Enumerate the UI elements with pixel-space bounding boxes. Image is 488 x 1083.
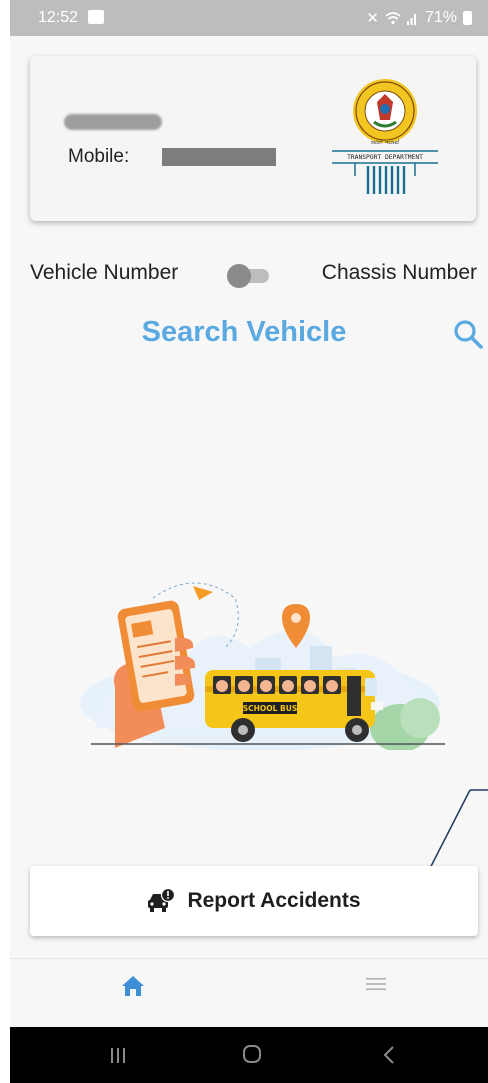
battery-percent: 71% — [424, 9, 457, 26]
gallery-icon — [88, 10, 104, 24]
karnataka-transport-logo: ಸಾರಿಗೆ ಇಲಾಖೆ TRANSPORT DEPARTMENT — [332, 79, 438, 194]
school-bus-text: SCHOOL BUS — [243, 704, 298, 713]
report-accidents-button[interactable]: Report Accidents — [30, 866, 478, 936]
search-vehicle-title[interactable]: Search Vehicle — [10, 316, 478, 349]
recent-apps-icon[interactable] — [108, 1045, 128, 1065]
logo-kannada-text: ಸಾರಿಗೆ ಇಲಾಖೆ — [371, 139, 400, 146]
status-icons: ✕ 71% — [366, 9, 472, 27]
system-navigation-bar — [10, 1027, 488, 1083]
mobile-number-redacted — [162, 148, 276, 166]
mobile-label: Mobile: — [68, 146, 130, 167]
switch-thumb — [227, 264, 251, 288]
signal-icon — [406, 14, 416, 25]
vehicle-number-label[interactable]: Vehicle Number — [30, 261, 178, 285]
menu-icon[interactable] — [366, 975, 386, 993]
status-bar: 12:52 ✕ 71% — [10, 0, 488, 36]
search-mode-toggle-row: Vehicle Number Chassis Number — [30, 260, 480, 290]
app-screen: 12:52 ✕ 71% Mobile: ಸಾರಿಗೆ ಇಲಾಖೆ TRANSPO… — [10, 0, 488, 1083]
system-home-icon[interactable] — [242, 1044, 262, 1064]
report-accidents-label: Report Accidents — [187, 889, 361, 912]
wifi-icon — [385, 12, 401, 25]
back-icon[interactable] — [382, 1044, 396, 1066]
user-name-redacted — [64, 114, 162, 130]
search-icon[interactable] — [452, 318, 484, 350]
mute-icon: ✕ — [366, 10, 379, 27]
logo-department-text: TRANSPORT DEPARTMENT — [347, 154, 423, 161]
bottom-navigation — [10, 958, 488, 1023]
search-mode-switch[interactable] — [227, 264, 271, 288]
car-accident-icon — [148, 888, 176, 912]
battery-icon — [463, 11, 472, 25]
chassis-number-label[interactable]: Chassis Number — [322, 261, 477, 285]
home-icon[interactable] — [120, 973, 146, 999]
school-bus-illustration: SCHOOL BUS — [80, 582, 445, 750]
profile-card: Mobile: ಸಾರಿಗೆ ಇಲಾಖೆ TRANSPORT DEPARTMEN… — [30, 56, 476, 221]
status-time: 12:52 — [38, 9, 79, 26]
